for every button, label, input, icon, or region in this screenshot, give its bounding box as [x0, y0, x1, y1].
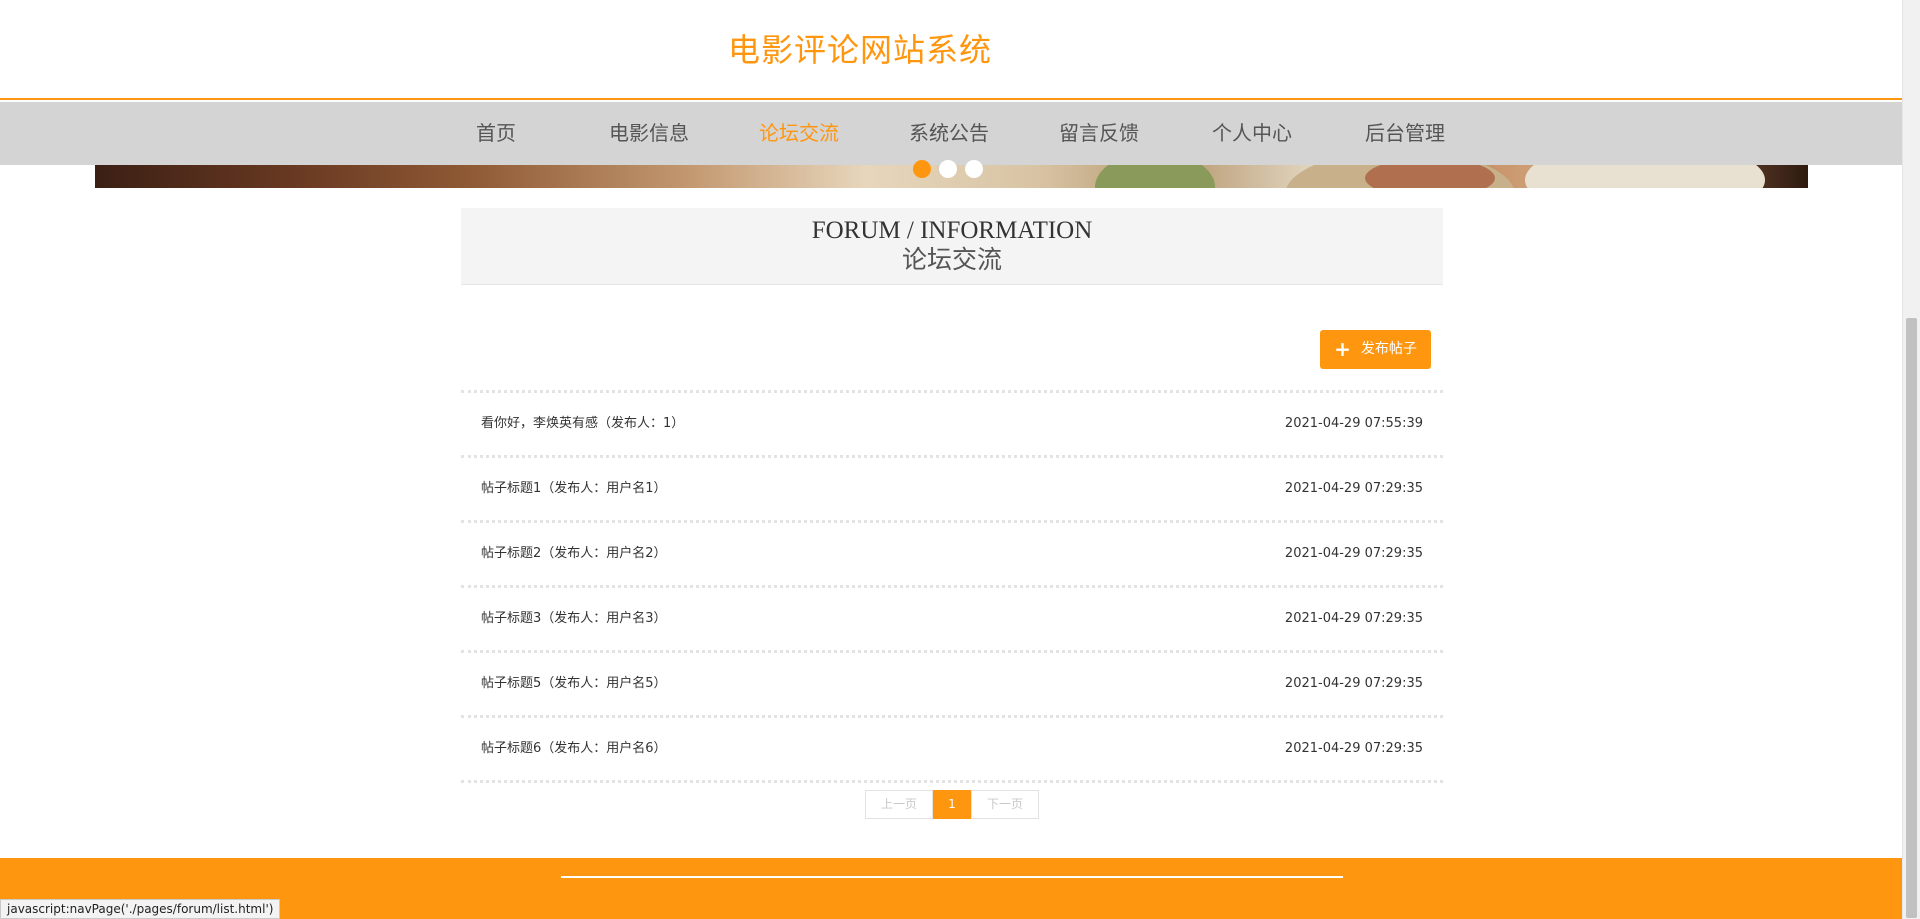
post-time: 2021-04-29 07:29:35 [1284, 546, 1423, 561]
post-row[interactable]: 帖子标题2（发布人：用户名2） 2021-04-29 07:29:35 [461, 523, 1443, 588]
post-time: 2021-04-29 07:29:35 [1284, 676, 1423, 691]
post-time: 2021-04-29 07:29:35 [1284, 611, 1423, 626]
post-title[interactable]: 帖子标题2（发布人：用户名2） [481, 523, 667, 585]
carousel-dot[interactable] [913, 160, 931, 178]
publish-post-button[interactable]: + 发布帖子 [1320, 330, 1431, 369]
post-row[interactable]: 帖子标题5（发布人：用户名5） 2021-04-29 07:29:35 [461, 653, 1443, 718]
post-time: 2021-04-29 07:29:35 [1284, 741, 1423, 756]
prev-page-button[interactable]: 上一页 [865, 790, 933, 819]
scrollbar-thumb[interactable] [1906, 318, 1917, 918]
post-title[interactable]: 看你好，李焕英有感（发布人：1） [481, 393, 684, 455]
nav-item-admin[interactable]: 后台管理 [1365, 102, 1445, 165]
next-page-button[interactable]: 下一页 [971, 790, 1039, 819]
post-list: 看你好，李焕英有感（发布人：1） 2021-04-29 07:55:39 帖子标… [461, 390, 1443, 783]
post-row[interactable]: 看你好，李焕英有感（发布人：1） 2021-04-29 07:55:39 [461, 393, 1443, 458]
main-nav: 首页 电影信息 论坛交流 系统公告 留言反馈 个人中心 后台管理 [0, 102, 1902, 165]
carousel-dot[interactable] [965, 160, 983, 178]
carousel-dot[interactable] [939, 160, 957, 178]
nav-item-profile[interactable]: 个人中心 [1212, 102, 1292, 165]
post-time: 2021-04-29 07:29:35 [1284, 481, 1423, 496]
post-title[interactable]: 帖子标题3（发布人：用户名3） [481, 588, 667, 650]
post-title[interactable]: 帖子标题5（发布人：用户名5） [481, 653, 667, 715]
section-title-cn: 论坛交流 [901, 247, 1002, 274]
page-scrollbar[interactable] [1902, 0, 1920, 919]
post-row[interactable]: 帖子标题6（发布人：用户名6） 2021-04-29 07:29:35 [461, 718, 1443, 783]
section-title-en: FORUM / INFORMATION [811, 217, 1093, 244]
nav-item-home[interactable]: 首页 [476, 102, 516, 165]
site-footer [0, 858, 1902, 919]
nav-item-forum[interactable]: 论坛交流 [759, 102, 839, 165]
browser-status-bar: javascript:navPage('./pages/forum/list.h… [0, 899, 281, 919]
section-heading: FORUM / INFORMATION 论坛交流 [461, 208, 1443, 285]
post-title[interactable]: 帖子标题6（发布人：用户名6） [481, 718, 667, 780]
site-header: 电影评论网站系统 [0, 0, 1902, 100]
post-time: 2021-04-29 07:55:39 [1284, 416, 1423, 431]
publish-post-label: 发布帖子 [1360, 341, 1417, 357]
post-title[interactable]: 帖子标题1（发布人：用户名1） [481, 458, 667, 520]
post-row[interactable]: 帖子标题3（发布人：用户名3） 2021-04-29 07:29:35 [461, 588, 1443, 653]
nav-item-announcements[interactable]: 系统公告 [909, 102, 989, 165]
plus-icon: + [1334, 337, 1351, 361]
post-row[interactable]: 帖子标题1（发布人：用户名1） 2021-04-29 07:29:35 [461, 458, 1443, 523]
footer-divider [561, 876, 1343, 878]
nav-item-feedback[interactable]: 留言反馈 [1059, 102, 1139, 165]
page-number-current[interactable]: 1 [933, 790, 971, 819]
nav-item-movies[interactable]: 电影信息 [609, 102, 689, 165]
pagination: 上一页 1 下一页 [865, 790, 1039, 819]
site-title: 电影评论网站系统 [728, 31, 993, 69]
